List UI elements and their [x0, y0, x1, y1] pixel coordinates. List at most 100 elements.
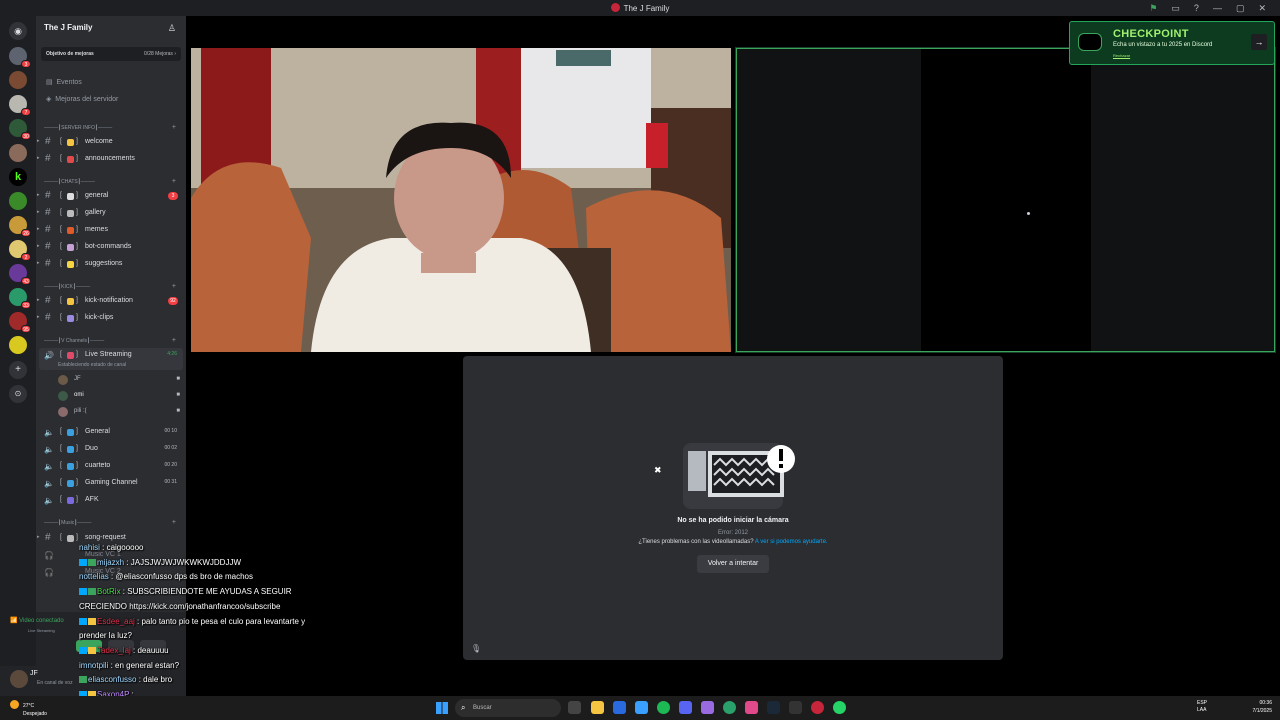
close-icon[interactable]: ✕ — [1258, 3, 1266, 14]
discord-controller-icon — [1078, 33, 1102, 51]
server-icon[interactable]: 2 — [9, 240, 31, 261]
cursor-dot — [1027, 212, 1030, 215]
weather-widget[interactable]: 27°C Despejado — [10, 700, 47, 718]
server-icon[interactable]: 43 — [9, 264, 31, 285]
server-icon — [610, 3, 620, 12]
channel-general[interactable]: ▸ #[] general 3 — [36, 189, 186, 204]
channel-welcome[interactable]: ▸ #[] welcome — [36, 135, 186, 150]
speaker-icon: 🔈 — [44, 462, 54, 471]
add-channel-icon[interactable]: + — [172, 178, 176, 185]
add-server-icon[interactable]: + — [9, 361, 27, 379]
spotify-icon[interactable] — [657, 701, 670, 714]
app-icon[interactable] — [745, 701, 758, 714]
events-link[interactable]: ▤ Eventos — [46, 78, 82, 86]
server-boosts-link[interactable]: ◈ Mejoras del servidor — [46, 95, 118, 103]
channel-kick-notification[interactable]: ▸ #[] kick-notification 92 — [36, 294, 186, 309]
channel-suggestions[interactable]: ▸ #[] suggestions — [36, 257, 186, 272]
channel-memes[interactable]: ▸ #[] memes — [36, 223, 186, 238]
retry-button[interactable]: Volver a intentar — [697, 555, 769, 573]
help-link[interactable]: A ver si podemos ayudarte. — [755, 539, 828, 545]
file-explorer-icon[interactable] — [591, 701, 604, 714]
server-icon[interactable]: 30 — [9, 119, 31, 140]
add-channel-icon[interactable]: + — [172, 283, 176, 290]
server-icon[interactable] — [9, 336, 27, 354]
server-icon[interactable] — [9, 192, 27, 210]
voice-member[interactable]: JF ■ — [58, 374, 180, 386]
steam-icon[interactable] — [767, 701, 780, 714]
speaker-icon: 🔈 — [44, 428, 54, 437]
app-icon[interactable] — [789, 701, 802, 714]
taskbar-search[interactable]: ⌕ Buscar — [455, 699, 561, 717]
server-icon[interactable]: 33 — [9, 288, 31, 309]
category-kick[interactable]: ────┃KICK┃──── + — [44, 283, 180, 290]
arrow-right-icon[interactable]: → — [1251, 34, 1267, 50]
category-music[interactable]: ────┃Music┃──── + — [44, 519, 180, 526]
camera-icon: ■ — [176, 376, 180, 382]
server-icon[interactable]: 26 — [9, 216, 31, 237]
checkpoint-flag-icon[interactable]: ⚑ — [1149, 3, 1157, 14]
server-icon[interactable]: 3 — [9, 47, 31, 68]
add-channel-icon[interactable]: + — [172, 519, 176, 526]
invite-icon[interactable]: ♙ — [168, 23, 176, 34]
app-icon[interactable] — [635, 701, 648, 714]
app-icon[interactable] — [679, 701, 692, 714]
discover-icon[interactable]: ⊙ — [9, 385, 27, 403]
voice-channel-duo[interactable]: 🔈[] Duo 00 02 — [36, 442, 186, 457]
app-icon[interactable] — [701, 701, 714, 714]
task-view-icon[interactable] — [568, 701, 581, 714]
server-icon[interactable]: 7 — [9, 95, 31, 116]
window-title: The J Family — [623, 4, 670, 13]
voice-channel-cuarteto[interactable]: 🔈[] cuarteto 00 20 — [36, 459, 186, 474]
checkpoint-subtitle: Echa un vistazo a tu 2025 en Discord — [1113, 42, 1213, 48]
discord-home-icon[interactable]: ◉ — [9, 22, 27, 40]
kick-server-icon[interactable]: k — [9, 168, 27, 186]
category-chats[interactable]: ────┃CHATS┃──── + — [44, 178, 180, 185]
category-v-channels[interactable]: ────┃V Channels┃──── + — [44, 337, 180, 344]
voice-member[interactable]: omi ■ — [58, 390, 180, 402]
channel-bot-commands[interactable]: ▸ #[] bot-commands — [36, 240, 186, 255]
muted-mic-icon: 🎙 — [471, 644, 482, 653]
language-indicator[interactable]: ESP LAA — [1197, 700, 1207, 714]
maximize-icon[interactable]: ▢ — [1236, 3, 1245, 14]
system-clock[interactable]: 00:36 7/1/2025 — [1253, 699, 1272, 715]
unread-badge: 92 — [168, 297, 178, 305]
minimize-icon[interactable]: — — [1213, 3, 1222, 13]
headphones-icon: 🎧 — [44, 551, 54, 560]
voice-status-text: 📶 Video conectado — [10, 618, 64, 624]
checkpoint-title: CHECKPOINT — [1113, 28, 1189, 40]
add-channel-icon[interactable]: + — [172, 337, 176, 344]
category-server-info[interactable]: ────┃SERVER INFO┃──── + — [44, 124, 180, 131]
browser-icon[interactable] — [723, 701, 736, 714]
dismiss-link[interactable]: Rechazar — [1113, 53, 1130, 58]
video-tile[interactable] — [191, 48, 731, 352]
checkpoint-banner[interactable]: CHECKPOINT Echa un vistazo a tu 2025 en … — [1069, 21, 1275, 65]
whatsapp-icon[interactable] — [833, 701, 846, 714]
camera-icon: ■ — [176, 392, 180, 398]
server-icon[interactable] — [9, 71, 27, 89]
guild-name[interactable]: The J Family — [44, 23, 92, 32]
screen-share-tile[interactable] — [736, 48, 1275, 352]
server-icon[interactable] — [9, 144, 27, 162]
help-icon[interactable]: ? — [1194, 3, 1199, 13]
channel-announcements[interactable]: ▸ #[] announcements — [36, 152, 186, 167]
add-channel-icon[interactable]: + — [172, 124, 176, 131]
voice-channel-name[interactable]: Live Streaming — [28, 628, 55, 633]
channel-kick-clips[interactable]: ▸ #[] kick-clips — [36, 311, 186, 326]
start-button-icon[interactable] — [436, 702, 448, 714]
camera-error-illustration: ✖ — [654, 443, 795, 509]
avatar[interactable] — [10, 670, 28, 688]
channel-gallery[interactable]: ▸ #[] gallery — [36, 206, 186, 221]
voice-channel-afk[interactable]: 🔈[] AFK — [36, 493, 186, 508]
speaker-icon: 🔊 — [44, 351, 54, 360]
boost-goal[interactable]: Objetivo de mejoras 0/28 Mejoras › — [41, 47, 181, 61]
unread-badge: 3 — [168, 192, 178, 200]
voice-channel-gaming[interactable]: 🔈[] Gaming Channel 00 31 — [36, 476, 186, 491]
app-icon[interactable] — [811, 701, 824, 714]
webcam-feed-image — [191, 48, 731, 352]
chat-message: nottelias : @eliasconfusso dps ds bro de… — [79, 572, 253, 582]
app-icon[interactable] — [613, 701, 626, 714]
server-icon[interactable]: 95 — [9, 312, 31, 333]
voice-member[interactable]: pili :(■ — [58, 406, 180, 418]
voice-channel-general[interactable]: 🔈[] General 00 10 — [36, 425, 186, 440]
inbox-icon[interactable]: ▭ — [1171, 3, 1180, 14]
